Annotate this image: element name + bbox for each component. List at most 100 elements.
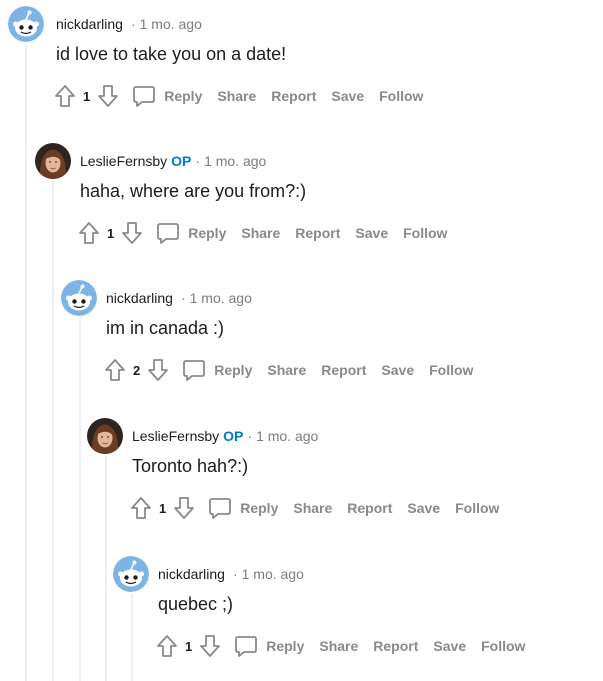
comment-bubble-icon [208, 497, 232, 519]
comment-actions: 1 Reply Share Report Save Follow [129, 495, 499, 521]
upvote-button[interactable] [77, 220, 101, 246]
separator-dot: · [130, 16, 136, 32]
downvote-button[interactable] [146, 357, 170, 383]
comment-actions: 1 Reply Share Report Save Follow [53, 83, 423, 109]
username-link[interactable]: nickdarling [158, 566, 225, 582]
separator-dot: · [247, 428, 253, 444]
reply-button[interactable]: Reply [208, 497, 278, 519]
vote-score: 2 [133, 362, 141, 378]
reply-label: Reply [164, 88, 203, 104]
downvote-button[interactable] [96, 83, 120, 109]
share-button[interactable]: Share [293, 500, 332, 516]
thread-line[interactable] [79, 318, 81, 681]
separator-dot: · [180, 290, 186, 306]
share-button[interactable]: Share [241, 225, 280, 241]
reply-button[interactable]: Reply [234, 635, 304, 657]
comment-bubble-icon [132, 85, 156, 107]
comment-actions: 1 Reply Share Report Save Follow [77, 220, 447, 246]
vote-score: 1 [107, 225, 115, 241]
reply-label: Reply [214, 362, 253, 378]
downvote-button[interactable] [120, 220, 144, 246]
comment-meta: nickdarling · 1 mo. ago [106, 289, 252, 307]
upvote-arrow-icon [79, 222, 99, 244]
comment-body: Toronto hah?:) [132, 456, 249, 476]
reply-label: Reply [188, 225, 227, 241]
downvote-button[interactable] [198, 633, 222, 659]
comment-meta: nickdarling · 1 mo. ago [158, 565, 304, 583]
follow-button[interactable]: Follow [379, 88, 423, 104]
timestamp[interactable]: 1 mo. ago [242, 566, 304, 582]
share-button[interactable]: Share [319, 638, 358, 654]
timestamp[interactable]: 1 mo. ago [140, 16, 202, 32]
upvote-button[interactable] [53, 83, 77, 109]
timestamp[interactable]: 1 mo. ago [256, 428, 318, 444]
share-button[interactable]: Share [217, 88, 256, 104]
user-photo-avatar[interactable] [87, 418, 123, 454]
timestamp[interactable]: 1 mo. ago [190, 290, 252, 306]
follow-button[interactable]: Follow [481, 638, 525, 654]
upvote-arrow-icon [157, 635, 177, 657]
reply-button[interactable]: Reply [132, 85, 202, 107]
reply-button[interactable]: Reply [182, 359, 252, 381]
op-badge: OP [171, 153, 192, 169]
thread-line[interactable] [105, 456, 107, 681]
downvote-arrow-icon [148, 359, 169, 381]
snoo-avatar-icon[interactable] [113, 556, 149, 592]
comment-body: im in canada :) [106, 318, 225, 338]
report-button[interactable]: Report [373, 638, 418, 654]
separator-dot: · [195, 153, 201, 169]
thread-line[interactable] [25, 44, 27, 681]
save-button[interactable]: Save [381, 362, 414, 378]
save-button[interactable]: Save [355, 225, 388, 241]
save-button[interactable]: Save [433, 638, 466, 654]
upvote-arrow-icon [105, 359, 125, 381]
username-link[interactable]: LeslieFernsby [80, 153, 167, 169]
upvote-button[interactable] [129, 495, 153, 521]
comment-body: id love to take you on a date! [56, 44, 287, 64]
username-link[interactable]: nickdarling [56, 16, 123, 32]
comment-actions: 2 Reply Share Report Save Follow [103, 357, 473, 383]
downvote-button[interactable] [172, 495, 196, 521]
report-button[interactable]: Report [271, 88, 316, 104]
comment-bubble-icon [182, 359, 206, 381]
reply-label: Reply [266, 638, 305, 654]
follow-button[interactable]: Follow [429, 362, 473, 378]
reply-button[interactable]: Reply [156, 222, 226, 244]
separator-dot: · [232, 566, 238, 582]
username-link[interactable]: nickdarling [106, 290, 173, 306]
upvote-button[interactable] [103, 357, 127, 383]
user-photo-avatar[interactable] [35, 143, 71, 179]
report-button[interactable]: Report [347, 500, 392, 516]
comment-bubble-icon [156, 222, 180, 244]
username-link[interactable]: LeslieFernsby [132, 428, 219, 444]
comment-body: haha, where are you from?:) [80, 181, 307, 201]
comment-body: quebec ;) [158, 594, 234, 614]
follow-button[interactable]: Follow [403, 225, 447, 241]
comment-actions: 1 Reply Share Report Save Follow [155, 633, 525, 659]
share-button[interactable]: Share [267, 362, 306, 378]
timestamp[interactable]: 1 mo. ago [204, 153, 266, 169]
thread-line[interactable] [131, 594, 133, 681]
upvote-arrow-icon [55, 85, 75, 107]
save-button[interactable]: Save [331, 88, 364, 104]
save-button[interactable]: Save [407, 500, 440, 516]
report-button[interactable]: Report [321, 362, 366, 378]
op-badge: OP [223, 428, 244, 444]
report-button[interactable]: Report [295, 225, 340, 241]
downvote-arrow-icon [98, 85, 119, 107]
thread-line[interactable] [52, 181, 54, 681]
snoo-avatar-icon[interactable] [8, 6, 44, 42]
comment-meta: LeslieFernsby OP · 1 mo. ago [80, 152, 266, 170]
snoo-avatar-icon[interactable] [61, 280, 97, 316]
comment-meta: LeslieFernsby OP · 1 mo. ago [132, 427, 318, 445]
downvote-arrow-icon [122, 222, 143, 244]
vote-score: 1 [83, 88, 91, 104]
comment-bubble-icon [234, 635, 258, 657]
upvote-button[interactable] [155, 633, 179, 659]
reply-label: Reply [240, 500, 279, 516]
vote-score: 1 [185, 638, 193, 654]
comment-meta: nickdarling · 1 mo. ago [56, 15, 202, 33]
downvote-arrow-icon [174, 497, 195, 519]
follow-button[interactable]: Follow [455, 500, 499, 516]
downvote-arrow-icon [200, 635, 221, 657]
